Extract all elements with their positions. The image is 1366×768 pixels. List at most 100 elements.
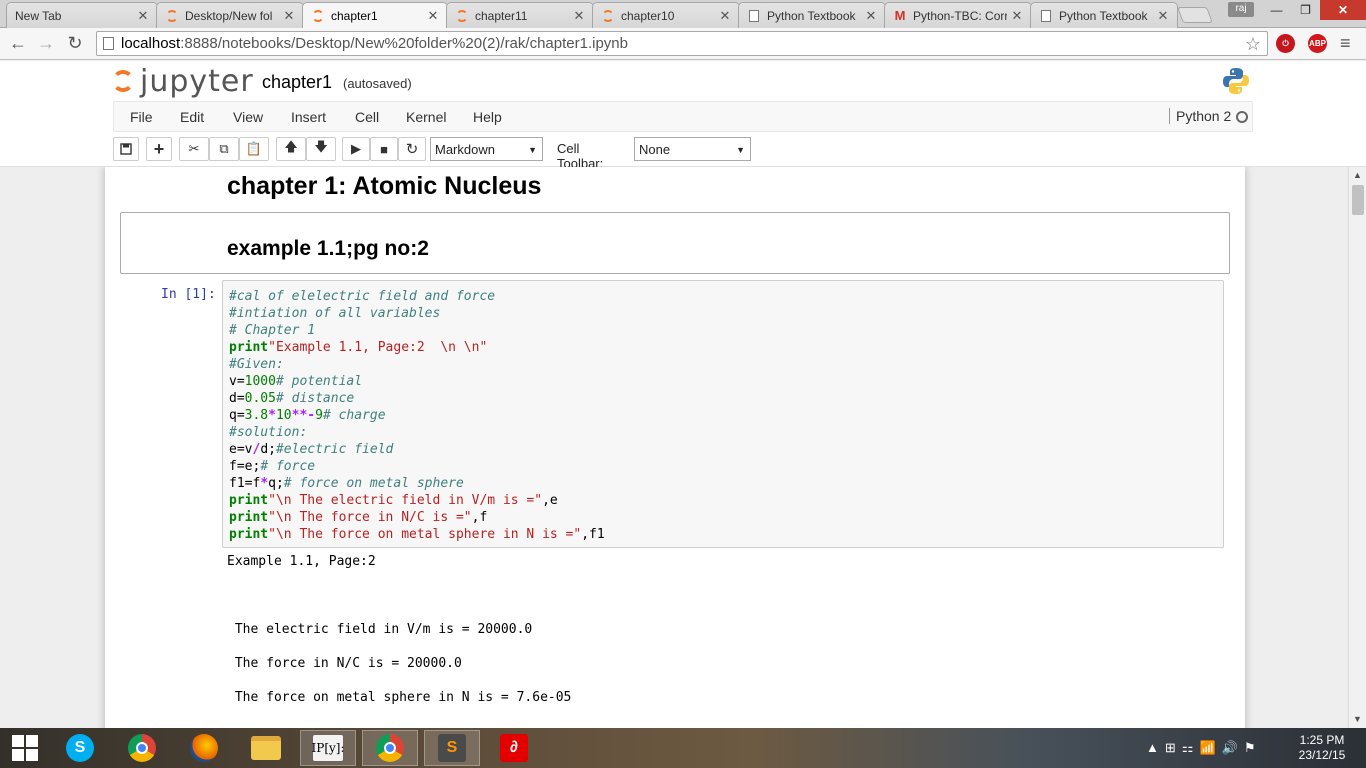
profile-badge[interactable]: raj (1228, 2, 1254, 17)
tab-gmail[interactable]: M Python-TBC: Corr ✕ (884, 2, 1032, 28)
tab-new-tab[interactable]: New Tab ✕ (6, 2, 158, 28)
tab-chapter11[interactable]: chapter11 ✕ (446, 2, 594, 28)
jupyter-icon (601, 9, 615, 23)
copy-icon[interactable]: ⧉ (209, 137, 239, 161)
minimize-icon[interactable]: — (1262, 0, 1291, 20)
tab-desktop-folder[interactable]: Desktop/New fol ✕ (156, 2, 304, 28)
code-cell-editor[interactable]: #cal of elelectric field and force #inti… (222, 280, 1224, 548)
insert-cell-plus-icon[interactable]: + (146, 137, 172, 161)
network-icon[interactable]: ⚏ (1182, 740, 1200, 755)
ipython-icon: IP[y]: (312, 735, 345, 761)
show-hidden-icons-arrow-icon[interactable]: ▲ (1146, 740, 1165, 755)
adblock-plus-icon[interactable]: ABP (1308, 34, 1327, 53)
volume-icon[interactable]: 🔊 (1222, 740, 1244, 755)
clock-time: 1:25 PM (1299, 733, 1345, 747)
airtel-taskbar-button[interactable]: ∂ (486, 730, 542, 766)
menu-kernel[interactable]: Kernel (406, 109, 446, 125)
taskbar-clock[interactable]: 1:25 PM 23/12/15 (1292, 733, 1352, 763)
action-center-icon[interactable]: ⊞ (1165, 740, 1182, 755)
stop-square-icon[interactable]: ■ (370, 137, 398, 161)
cell-toolbar-select[interactable]: None ▼ (634, 137, 751, 161)
vertical-scrollbar[interactable]: ▲ ▼ (1348, 167, 1366, 728)
notebook-page: chapter 1: Atomic Nucleus example 1.1;pg… (105, 167, 1245, 728)
scroll-up-arrow-icon[interactable]: ▲ (1349, 167, 1366, 184)
close-icon[interactable]: ✕ (573, 8, 585, 24)
clock-date: 23/12/15 (1298, 748, 1346, 762)
jupyter-icon (311, 9, 325, 23)
skype-taskbar-button[interactable]: S (52, 730, 108, 766)
tab-title: Desktop/New fol (185, 8, 273, 23)
close-icon[interactable]: ✕ (137, 8, 149, 24)
tab-title: chapter10 (621, 8, 675, 23)
move-down-arrow-icon[interactable]: 🡇 (306, 137, 336, 161)
chrome-menu-icon[interactable]: ≡ (1340, 34, 1356, 52)
browser-tab-strip: New Tab ✕ Desktop/New fol ✕ chapter1 ✕ c… (0, 0, 1366, 29)
firefox-taskbar-button[interactable] (176, 730, 232, 766)
close-icon[interactable]: ✕ (719, 8, 731, 24)
move-up-arrow-icon[interactable]: 🡅 (276, 137, 306, 161)
notebook-area: chapter 1: Atomic Nucleus example 1.1;pg… (0, 167, 1348, 728)
scroll-down-arrow-icon[interactable]: ▼ (1349, 711, 1366, 728)
jupyter-icon (165, 9, 179, 23)
notebook-name[interactable]: chapter1 (262, 72, 332, 93)
airtel-icon: ∂ (500, 734, 528, 762)
sublime-text-icon: S (438, 734, 466, 762)
chrome-active-taskbar-button[interactable] (362, 730, 418, 766)
url-host: localhost (121, 35, 181, 52)
signal-icon[interactable]: 📶 (1199, 740, 1221, 755)
markdown-cell-selected[interactable]: example 1.1;pg no:2 (120, 212, 1230, 274)
cell-output: Example 1.1, Page:2 The electric field i… (227, 553, 571, 706)
run-play-icon[interactable]: ▶ (342, 137, 370, 161)
jupyter-logo[interactable]: jupyter (112, 63, 254, 99)
chrome-taskbar-button[interactable] (114, 730, 170, 766)
close-icon[interactable]: ✕ (865, 8, 877, 24)
menu-insert[interactable]: Insert (291, 109, 326, 125)
cut-scissors-icon[interactable]: ✂ (179, 137, 209, 161)
flag-icon[interactable]: ⚑ (1244, 740, 1262, 755)
close-icon[interactable]: ✕ (427, 8, 439, 24)
new-tab-button[interactable] (1177, 7, 1213, 23)
back-arrow-icon[interactable]: ← (6, 32, 30, 56)
tray-icons[interactable]: ▲⊞⚏📶🔊⚑ (1146, 740, 1261, 756)
start-button[interactable] (0, 730, 50, 766)
tab-chapter10[interactable]: chapter10 ✕ (592, 2, 740, 28)
cell-type-select[interactable]: Markdown ▼ (430, 137, 543, 161)
sublime-taskbar-button[interactable]: S (424, 730, 480, 766)
window-close-icon[interactable]: ✕ (1320, 0, 1366, 20)
windows-logo-icon (12, 735, 38, 761)
page-icon (1039, 9, 1053, 23)
close-icon[interactable]: ✕ (1011, 8, 1023, 24)
menu-file[interactable]: File (130, 109, 153, 125)
menu-edit[interactable]: Edit (180, 109, 204, 125)
reload-icon[interactable]: ↻ (63, 32, 87, 56)
scrollbar-thumb[interactable] (1352, 185, 1364, 215)
paste-icon[interactable]: 📋 (239, 137, 269, 161)
address-bar[interactable]: localhost:8888/notebooks/Desktop/New%20f… (96, 31, 1268, 56)
jupyter-header: jupyter chapter1 (autosaved) File Edit V… (0, 61, 1366, 171)
menu-view[interactable]: View (233, 109, 263, 125)
tab-python-textbook-2[interactable]: Python Textbook ✕ (1030, 2, 1178, 28)
power-extension-icon[interactable]: ⏻ (1276, 34, 1295, 53)
skype-icon: S (66, 734, 94, 762)
bookmark-star-icon[interactable]: ☆ (1245, 33, 1261, 56)
close-icon[interactable]: ✕ (1157, 8, 1169, 24)
file-explorer-taskbar-button[interactable] (238, 730, 294, 766)
tab-python-textbook[interactable]: Python Textbook ✕ (738, 2, 886, 28)
tab-chapter1[interactable]: chapter1 ✕ (302, 2, 448, 29)
forward-arrow-icon[interactable]: → (34, 32, 58, 56)
jupyter-logo-text: jupyter (140, 63, 254, 99)
ipython-taskbar-button[interactable]: IP[y]: (300, 730, 356, 766)
kernel-status-icon (1236, 111, 1248, 123)
restart-icon[interactable]: ↻ (398, 137, 426, 161)
save-icon[interactable] (113, 137, 139, 161)
chrome-icon (376, 734, 404, 762)
close-icon[interactable]: ✕ (283, 8, 295, 24)
menu-help[interactable]: Help (473, 109, 502, 125)
example-heading: example 1.1;pg no:2 (227, 237, 429, 260)
menu-cell[interactable]: Cell (355, 109, 379, 125)
restore-icon[interactable]: ❐ (1291, 0, 1320, 20)
